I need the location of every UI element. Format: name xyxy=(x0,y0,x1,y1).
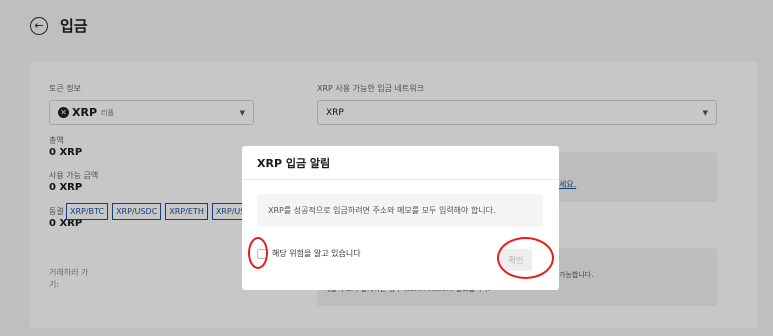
modal-message: XRP를 성공적으로 입금하려면 주소와 메모를 모두 입력해야 합니다. xyxy=(257,194,543,227)
annotation-circle-confirm xyxy=(497,237,554,279)
modal-title: XRP 입금 알림 xyxy=(257,157,331,170)
annotation-circle-checkbox xyxy=(248,237,268,269)
modal-divider xyxy=(242,179,559,180)
risk-checkbox-label[interactable]: 해당 위험을 알고 있습니다 xyxy=(272,248,361,259)
